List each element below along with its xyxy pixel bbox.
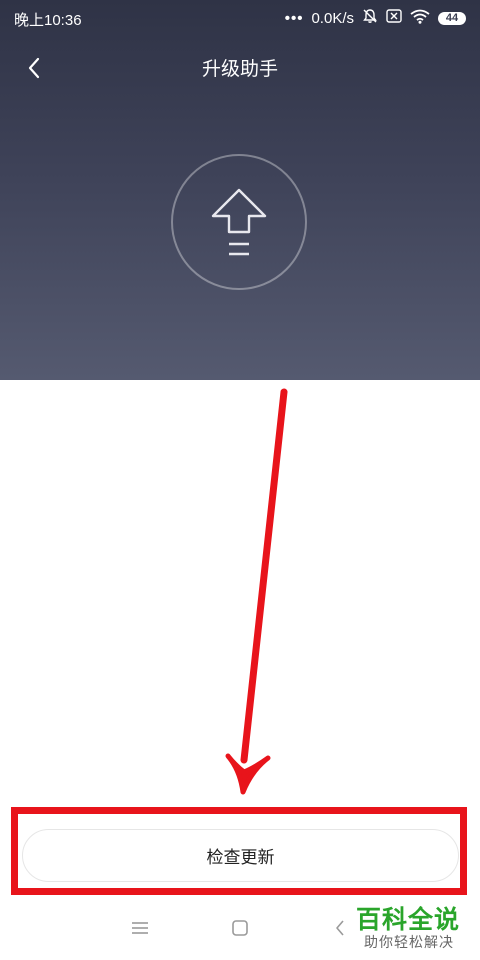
status-icons: ••• 0.0K/s 44	[285, 8, 466, 28]
upgrade-arrow-icon	[211, 188, 267, 256]
back-icon	[336, 920, 344, 936]
watermark-title: 百科全说	[356, 905, 461, 934]
status-bar: 晚上10:36 ••• 0.0K/s 44	[0, 0, 480, 34]
battery-icon: 44	[438, 11, 466, 25]
status-time: 晚上10:36	[14, 12, 82, 29]
nav-menu-button[interactable]	[122, 910, 158, 946]
page-title: 升级助手	[201, 58, 278, 80]
upgrade-circle	[171, 154, 307, 290]
header-background: 晚上10:36 ••• 0.0K/s 44 升级助手	[0, 0, 480, 380]
status-dots: •••	[284, 9, 304, 27]
watermark-subtitle: 助你轻松解决	[364, 935, 454, 951]
bell-muted-icon	[362, 8, 378, 28]
sim-disabled-icon	[386, 9, 402, 27]
watermark: 百科全说 助你轻松解决	[350, 898, 480, 960]
nav-home-button[interactable]	[222, 910, 258, 946]
menu-icon	[132, 922, 148, 934]
wifi-icon	[410, 9, 430, 28]
check-update-button[interactable]: 检查更新	[22, 829, 459, 882]
network-speed: 0.0K/s	[311, 9, 354, 27]
home-icon	[232, 920, 248, 936]
